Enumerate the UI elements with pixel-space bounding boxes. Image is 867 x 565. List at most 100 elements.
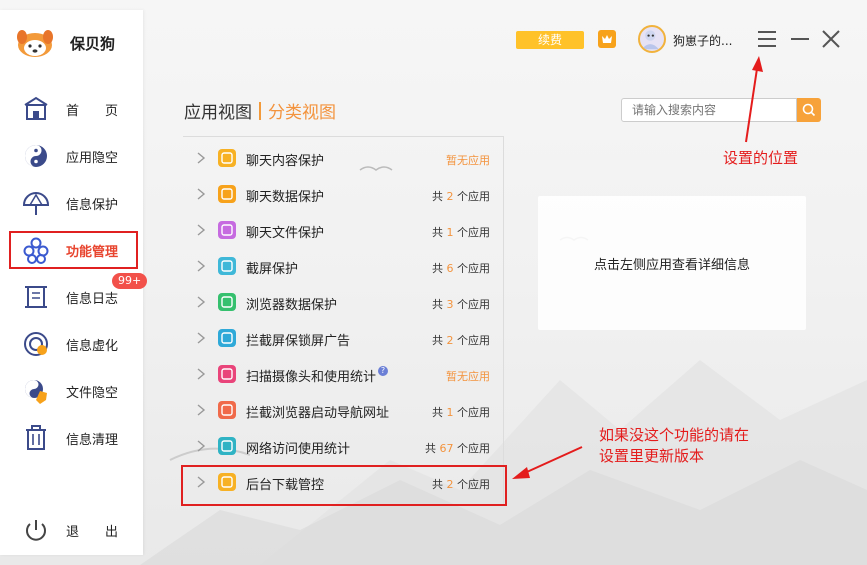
category-icon bbox=[218, 329, 236, 347]
sidebar-item-label: 信息日志 bbox=[66, 291, 119, 307]
count-prefix: 共 bbox=[425, 442, 440, 455]
annotation-settings-location: 设置的位置 bbox=[723, 149, 799, 167]
category-row[interactable]: 聊天内容保护 暂无应用 bbox=[183, 140, 503, 176]
yin-yang-shield-icon bbox=[25, 380, 47, 404]
menu-icon[interactable] bbox=[756, 28, 778, 50]
sidebar-item-6[interactable]: 文件隐空 bbox=[0, 370, 143, 412]
category-count: 共 2 个应用 bbox=[432, 332, 490, 348]
category-row[interactable]: 截屏保护 共 6 个应用 bbox=[183, 248, 503, 284]
chevron-right-icon[interactable] bbox=[195, 404, 207, 416]
power-icon bbox=[26, 520, 46, 541]
sidebar-item-label: 首 页 bbox=[66, 103, 119, 119]
dog-logo-icon bbox=[17, 30, 53, 57]
search-box bbox=[621, 98, 821, 122]
category-row[interactable]: 聊天数据保护 共 2 个应用 bbox=[183, 176, 503, 212]
search-button[interactable] bbox=[797, 98, 821, 122]
category-row[interactable]: 浏览器数据保护 共 3 个应用 bbox=[183, 284, 503, 320]
count-prefix: 共 bbox=[432, 226, 447, 239]
annotation-update-hint-line2: 设置里更新版本 bbox=[599, 447, 705, 465]
count-suffix: 个应用 bbox=[453, 298, 490, 311]
chevron-right-icon[interactable] bbox=[195, 368, 207, 380]
count-number: 67 bbox=[439, 442, 454, 455]
count-number: 2 bbox=[446, 334, 454, 347]
category-icon bbox=[218, 437, 236, 455]
category-name: 截屏保护 bbox=[246, 262, 299, 277]
category-name: 拦截浏览器启动导航网址 bbox=[246, 406, 390, 421]
chevron-right-icon[interactable] bbox=[195, 152, 207, 164]
category-name: 拦截屏保锁屏广告 bbox=[246, 334, 351, 349]
category-row[interactable]: 网络访问使用统计 共 67 个应用 bbox=[183, 428, 503, 464]
username[interactable]: 狗崽子的... bbox=[673, 32, 732, 49]
sidebar-item-0[interactable]: 首 页 bbox=[0, 88, 143, 130]
count-suffix: 个应用 bbox=[453, 334, 490, 347]
sidebar-item-2[interactable]: 信息保护 bbox=[0, 182, 143, 224]
category-icon bbox=[218, 257, 236, 275]
category-name: 聊天数据保护 bbox=[246, 190, 325, 205]
count-prefix: 共 bbox=[432, 334, 447, 347]
logout-button[interactable]: 退 出 bbox=[0, 509, 143, 551]
category-icon bbox=[218, 293, 236, 311]
sidebar-item-5[interactable]: 信息虚化 bbox=[0, 323, 143, 365]
category-count: 共 1 个应用 bbox=[432, 224, 490, 240]
count-number: 3 bbox=[446, 298, 454, 311]
sidebar-item-1[interactable]: 应用隐空 bbox=[0, 135, 143, 177]
chevron-right-icon[interactable] bbox=[195, 260, 207, 272]
app-window: 保贝狗 首 页应用隐空 信息保护 功能管理 信息日志 信息虚化 文件隐空 信息清理 99+ … bbox=[0, 0, 867, 565]
home-icon bbox=[24, 96, 48, 120]
count-number: 6 bbox=[446, 262, 454, 275]
chevron-right-icon[interactable] bbox=[195, 440, 207, 452]
app-logo: 保贝狗 bbox=[16, 28, 115, 58]
target-icon bbox=[24, 332, 48, 356]
category-icon bbox=[218, 221, 236, 239]
search-icon bbox=[802, 103, 816, 117]
help-icon[interactable]: ? bbox=[378, 366, 389, 376]
category-count: 共 2 个应用 bbox=[432, 188, 490, 204]
chevron-right-icon[interactable] bbox=[195, 224, 207, 236]
category-row[interactable]: 拦截浏览器启动导航网址 共 1 个应用 bbox=[183, 392, 503, 428]
minimize-icon[interactable] bbox=[789, 28, 811, 50]
category-name: 扫描摄像头和使用统计? bbox=[246, 366, 389, 385]
view-tabs: 应用视图 分类视图 bbox=[184, 98, 336, 123]
close-icon[interactable] bbox=[820, 28, 842, 50]
detail-placeholder-text: 点击左侧应用查看详细信息 bbox=[593, 257, 750, 273]
category-count: 共 6 个应用 bbox=[432, 260, 490, 276]
search-input[interactable] bbox=[621, 98, 797, 122]
category-name: 聊天文件保护 bbox=[246, 226, 325, 241]
sidebar-item-label: 信息保护 bbox=[66, 197, 119, 213]
logout-label: 退 出 bbox=[66, 524, 119, 540]
list-divider bbox=[503, 136, 504, 506]
renew-button[interactable]: 续费 bbox=[516, 31, 584, 49]
sidebar-item-7[interactable]: 信息清理 bbox=[0, 417, 143, 459]
detail-panel: 点击左侧应用查看详细信息 bbox=[538, 196, 806, 330]
avatar[interactable] bbox=[638, 25, 666, 53]
category-row[interactable]: 扫描摄像头和使用统计? 暂无应用 bbox=[183, 356, 503, 392]
chevron-right-icon[interactable] bbox=[195, 188, 207, 200]
count-prefix: 共 bbox=[432, 298, 447, 311]
count-number: 1 bbox=[446, 406, 454, 419]
count-number: 1 bbox=[446, 226, 454, 239]
chevron-right-icon[interactable] bbox=[195, 296, 207, 308]
highlight-box-download-control bbox=[181, 465, 507, 506]
trash-icon bbox=[26, 425, 46, 450]
category-count: 共 3 个应用 bbox=[432, 296, 490, 312]
category-count: 共 67 个应用 bbox=[425, 440, 490, 456]
count-suffix: 个应用 bbox=[453, 442, 490, 455]
category-list: 聊天内容保护 暂无应用 聊天数据保护共 2 个应用 聊天文件保护共 1 个应用 截屏保护… bbox=[183, 136, 503, 507]
annotation-update-hint-line1: 如果没这个功能的请在 bbox=[599, 426, 750, 444]
tab-app-view[interactable]: 应用视图 bbox=[184, 98, 252, 123]
chevron-right-icon[interactable] bbox=[195, 332, 207, 344]
count-suffix: 个应用 bbox=[453, 262, 490, 275]
count-suffix: 个应用 bbox=[453, 226, 490, 239]
category-row[interactable]: 聊天文件保护 共 1 个应用 bbox=[183, 212, 503, 248]
category-icon bbox=[218, 185, 236, 203]
crown-icon[interactable] bbox=[598, 30, 616, 48]
category-icon bbox=[218, 149, 236, 167]
category-count: 暂无应用 bbox=[446, 154, 490, 167]
category-name: 聊天内容保护 bbox=[246, 154, 325, 169]
sidebar-item-label: 应用隐空 bbox=[66, 150, 119, 166]
count-number: 2 bbox=[446, 190, 454, 203]
count-suffix: 个应用 bbox=[453, 406, 490, 419]
tab-category-view[interactable]: 分类视图 bbox=[268, 98, 336, 123]
count-prefix: 共 bbox=[432, 262, 447, 275]
category-row[interactable]: 拦截屏保锁屏广告 共 2 个应用 bbox=[183, 320, 503, 356]
